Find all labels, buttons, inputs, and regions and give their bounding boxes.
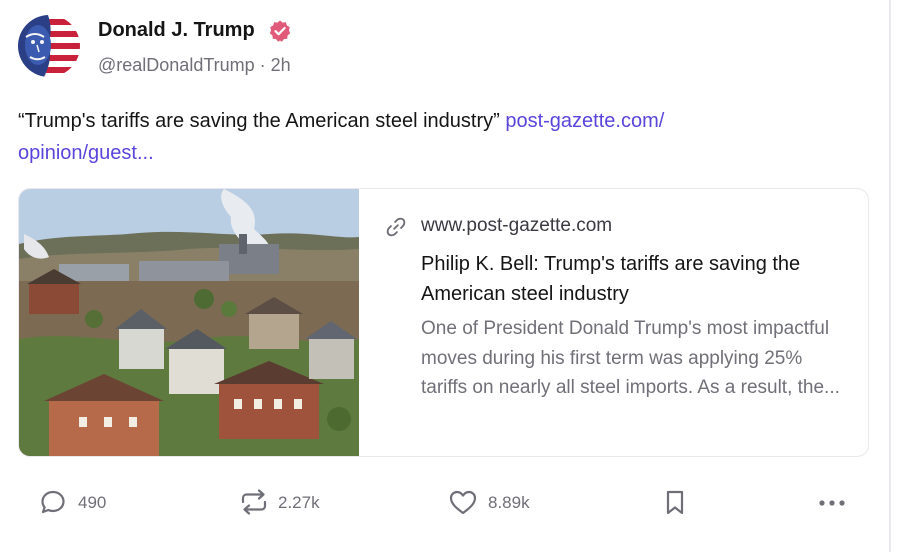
feed-divider (889, 0, 891, 552)
bookmark-icon (666, 490, 684, 515)
repost-count: 2.27k (278, 493, 320, 512)
heart-icon (449, 490, 477, 515)
author-name[interactable]: Donald J. Trump (98, 19, 255, 42)
avatar-image (18, 15, 80, 77)
card-description: One of President Donald Trump's most imp… (421, 318, 840, 398)
post-link-line1[interactable]: post-gazette.com/ (505, 110, 664, 132)
repost-button[interactable]: 2.27k (239, 488, 339, 518)
card-domain: www.post-gazette.com (421, 215, 613, 236)
like-count: 8.89k (488, 493, 530, 512)
repost-icon (241, 489, 267, 515)
reply-button[interactable]: 490 (39, 488, 119, 518)
more-icon (819, 500, 845, 506)
more-options-button[interactable] (817, 488, 847, 518)
comment-icon (41, 490, 65, 514)
card-title: Philip K. Bell: Trump's tariffs are savi… (421, 253, 801, 305)
like-button[interactable]: 8.89k (448, 488, 548, 518)
author-avatar[interactable] (18, 15, 80, 77)
verified-badge-icon (269, 20, 291, 42)
link-icon (386, 217, 406, 237)
author-handle-time[interactable]: @realDonaldTrump · 2h (98, 55, 291, 76)
reply-count: 490 (78, 493, 107, 512)
bookmark-button[interactable] (663, 488, 691, 518)
link-preview-card[interactable]: www.post-gazette.com Philip K. Bell: Tru… (18, 188, 869, 457)
post-link-line2[interactable]: opinion/guest... (18, 142, 154, 164)
post-text: “Trump's tariffs are saving the American… (18, 110, 500, 132)
post-body: “Trump's tariffs are saving the American… (18, 105, 818, 169)
link-preview-image (19, 189, 359, 456)
